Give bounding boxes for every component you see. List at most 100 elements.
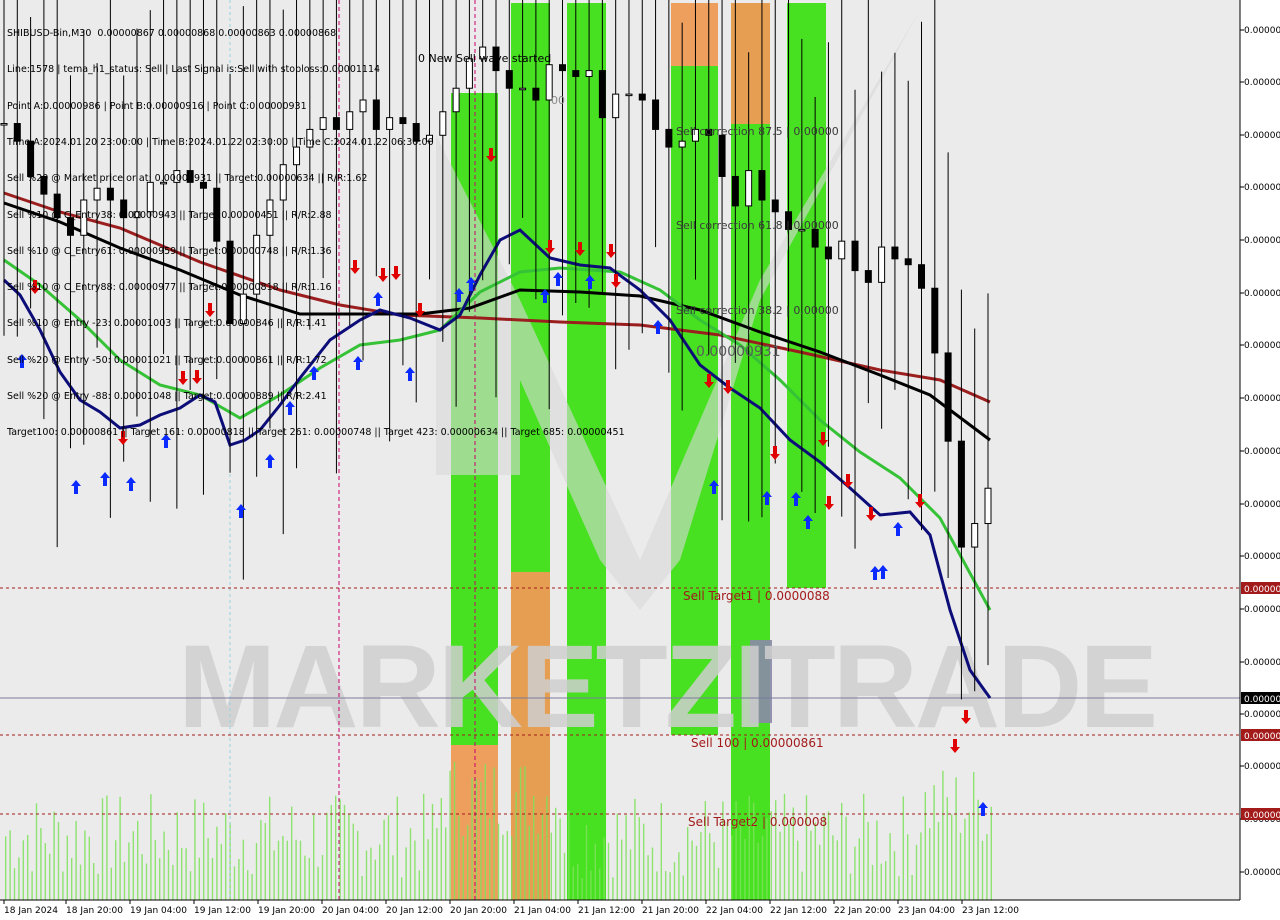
volume-bar bbox=[203, 802, 205, 900]
volume-bar bbox=[418, 870, 420, 900]
volume-bar bbox=[247, 870, 249, 900]
volume-bar bbox=[973, 772, 975, 900]
volume-bar bbox=[273, 850, 275, 900]
volume-bar bbox=[467, 824, 469, 900]
volume-bar bbox=[832, 835, 834, 900]
x-tick-label: 20 Jan 12:00 bbox=[386, 906, 443, 916]
volume-bar bbox=[634, 798, 636, 900]
volume-bar bbox=[154, 840, 156, 900]
candle-body bbox=[146, 181, 154, 213]
volume-bar bbox=[339, 799, 341, 900]
candle-body bbox=[266, 199, 274, 236]
volume-bar bbox=[128, 842, 130, 900]
volume-bar bbox=[819, 844, 821, 900]
volume-bar bbox=[9, 830, 11, 900]
candle-body bbox=[359, 99, 367, 113]
plot-background bbox=[0, 0, 1240, 900]
volume-bar bbox=[709, 833, 711, 900]
x-tick-label: 20 Jan 04:00 bbox=[322, 906, 379, 916]
volume-bar bbox=[986, 834, 988, 900]
volume-bar bbox=[141, 854, 143, 900]
volume-bar bbox=[97, 873, 99, 900]
candle-body bbox=[811, 228, 819, 248]
volume-bar bbox=[163, 831, 165, 900]
volume-bar bbox=[731, 835, 733, 900]
volume-bar bbox=[13, 868, 16, 900]
candle-body bbox=[665, 128, 673, 148]
volume-bar bbox=[876, 820, 878, 900]
volume-bar bbox=[801, 871, 803, 900]
volume-bar bbox=[172, 864, 174, 900]
volume-bar bbox=[563, 852, 566, 900]
candle-body bbox=[971, 523, 979, 548]
x-tick-label: 22 Jan 20:00 bbox=[834, 906, 891, 916]
candle-body bbox=[625, 93, 633, 97]
volume-bar bbox=[515, 792, 517, 900]
candle-body bbox=[984, 487, 992, 525]
volume-bar bbox=[445, 827, 447, 900]
x-tick-label: 22 Jan 12:00 bbox=[770, 906, 827, 916]
volume-bar bbox=[335, 795, 337, 900]
y-marker-label: 0.00000 bbox=[1244, 732, 1280, 742]
volume-bar bbox=[885, 861, 887, 900]
volume-bar bbox=[22, 840, 24, 900]
candle-body bbox=[199, 181, 207, 189]
candle-body bbox=[372, 99, 380, 130]
volume-bar bbox=[216, 826, 218, 900]
volume-bar bbox=[115, 840, 117, 900]
volume-bar bbox=[370, 847, 372, 900]
candle-body bbox=[572, 70, 580, 77]
volume-bar bbox=[18, 857, 20, 900]
x-tick-label: 23 Jan 12:00 bbox=[962, 906, 1019, 916]
volume-bar bbox=[198, 857, 200, 900]
volume-bar bbox=[27, 835, 29, 900]
candle-body bbox=[27, 140, 35, 177]
candle-body bbox=[957, 440, 965, 548]
candle-body bbox=[53, 193, 61, 219]
volume-bar bbox=[625, 815, 627, 900]
volume-bar bbox=[981, 840, 984, 900]
volume-bar bbox=[242, 839, 244, 900]
candle-body bbox=[253, 234, 261, 295]
volume-bar bbox=[590, 870, 592, 900]
volume-bar bbox=[959, 832, 962, 900]
candle-body bbox=[878, 246, 886, 283]
candle-body bbox=[652, 99, 660, 130]
volume-bar bbox=[555, 807, 557, 900]
volume-bar bbox=[123, 861, 126, 900]
volume-bar bbox=[546, 796, 548, 900]
volume-bar bbox=[62, 871, 64, 900]
candle-body bbox=[678, 140, 686, 148]
y-tick-label: 0.0000000 bbox=[1244, 868, 1280, 878]
volume-bar bbox=[365, 850, 368, 900]
volume-bar bbox=[392, 855, 394, 900]
volume-bar bbox=[374, 859, 376, 900]
y-tick-label: 0.0000000 bbox=[1244, 341, 1280, 351]
volume-bar bbox=[937, 822, 940, 900]
sell-target2-label: Sell Target2 | 0.000008 bbox=[688, 815, 827, 829]
volume-bar bbox=[647, 855, 649, 900]
fragment-00: 00 bbox=[551, 94, 565, 107]
volume-bar bbox=[761, 835, 764, 900]
volume-bar bbox=[757, 842, 759, 900]
volume-bar bbox=[805, 795, 808, 900]
candle-body bbox=[80, 199, 88, 236]
candle-body bbox=[332, 117, 340, 130]
y-tick-label: 0.0000000 bbox=[1244, 394, 1280, 404]
volume-bar bbox=[53, 811, 55, 900]
volume-bar bbox=[898, 876, 900, 900]
volume-bar bbox=[858, 838, 860, 900]
volume-bar bbox=[643, 823, 645, 900]
volume-bar bbox=[968, 812, 970, 900]
volume-bar bbox=[946, 797, 948, 900]
volume-bar bbox=[207, 838, 209, 900]
volume-bar bbox=[176, 812, 178, 900]
volume-bar bbox=[678, 852, 680, 900]
candle-body bbox=[851, 240, 859, 272]
candle-body bbox=[173, 170, 181, 183]
candle-body bbox=[771, 199, 779, 213]
candle-body bbox=[0, 123, 8, 126]
candle-body bbox=[226, 240, 234, 325]
volume-bar bbox=[572, 866, 574, 900]
volume-bar bbox=[321, 855, 324, 900]
